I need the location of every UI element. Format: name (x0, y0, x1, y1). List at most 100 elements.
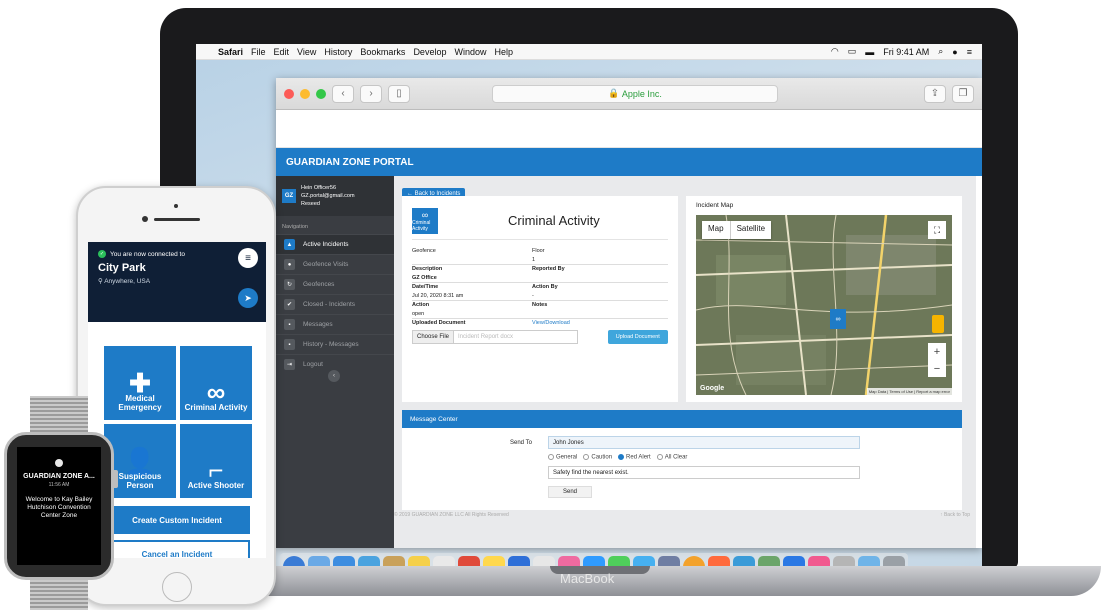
tabs-icon[interactable]: ❐ (952, 84, 974, 103)
dock-app-icon[interactable] (383, 556, 405, 566)
navigation-arrow-icon[interactable]: ➤ (238, 288, 258, 308)
uploaded-document-label: Uploaded Document (412, 320, 466, 326)
back-to-top-link[interactable]: ↑ Back to Top (940, 512, 970, 518)
dock-app-icon[interactable] (708, 556, 730, 566)
send-to-input[interactable]: John Jones (548, 436, 860, 449)
satellite-view-button[interactable]: Satellite (731, 221, 771, 239)
active-shooter-button[interactable]: ⌐ Active Shooter (180, 424, 252, 498)
dock-app-icon[interactable] (733, 556, 755, 566)
table-row: Jul 20, 2020 8:31 am - (412, 291, 668, 300)
send-button[interactable]: Send (548, 486, 592, 498)
dock-app-icon[interactable] (633, 556, 655, 566)
battery-icon[interactable]: ▬ (865, 47, 874, 57)
wifi-icon[interactable]: ◠ (831, 46, 839, 57)
dock-app-icon[interactable] (558, 556, 580, 566)
criminal-activity-button[interactable]: ∞ Criminal Activity (180, 346, 252, 420)
fullscreen-icon[interactable]: ⛶ (928, 221, 946, 239)
dock-app-icon[interactable] (483, 556, 505, 566)
sidebar-item-active-incidents[interactable]: ▲ Active Incidents (276, 234, 394, 254)
dock-app-icon[interactable] (883, 556, 905, 566)
table-cell: 1 (532, 256, 536, 263)
medical-emergency-button[interactable]: ✚ Medical Emergency (104, 346, 176, 420)
alert-level-radios: General Caution Red Alert All Clear (548, 454, 687, 461)
forward-nav-button[interactable]: › (360, 84, 382, 103)
cancel-incident-button[interactable]: Cancel an Incident (104, 540, 250, 558)
airplay-icon[interactable]: ▭ (848, 46, 857, 57)
iphone-home-button[interactable] (162, 572, 192, 602)
dock-app-icon[interactable] (808, 556, 830, 566)
radio-red-alert[interactable]: Red Alert (618, 454, 651, 461)
close-window-button[interactable] (284, 88, 294, 99)
dock-app-icon[interactable] (433, 556, 455, 566)
menu-develop[interactable]: Develop (413, 47, 446, 57)
upload-document-button[interactable]: Upload Document (607, 330, 668, 344)
incident-map[interactable]: Map Satellite ⛶ ∞ + − Google Map Data | … (696, 215, 952, 395)
sidebar-item-geofences[interactable]: ↻ Geofences (276, 274, 394, 294)
minimize-window-button[interactable] (300, 88, 310, 99)
table-cell: Date/Time (412, 284, 439, 290)
watch-crown[interactable] (112, 470, 118, 488)
incident-map-marker-icon[interactable]: ∞ (830, 309, 846, 329)
menu-window[interactable]: Window (454, 47, 486, 57)
menu-safari[interactable]: Safari (218, 47, 243, 57)
dock-app-icon[interactable] (683, 556, 705, 566)
logout-icon: ⇥ (284, 359, 295, 370)
sidebar-toggle-icon[interactable]: ▯ (388, 84, 410, 103)
dock-app-icon[interactable] (358, 556, 380, 566)
safari-window: ‹ › ▯ 🔒 Apple Inc. ⇪ ❐ GUARDIAN ZONE POR… (276, 78, 982, 548)
dock-app-icon[interactable] (308, 556, 330, 566)
back-nav-button[interactable]: ‹ (332, 84, 354, 103)
dock-app-icon[interactable] (608, 556, 630, 566)
nav-label: Navigation (282, 224, 308, 230)
dock-app-icon[interactable] (833, 556, 855, 566)
menubar-clock[interactable]: Fri 9:41 AM (883, 47, 929, 57)
dock-app-icon[interactable] (408, 556, 430, 566)
menu-edit[interactable]: Edit (274, 47, 290, 57)
create-custom-incident-button[interactable]: Create Custom Incident (104, 506, 250, 534)
radio-all-clear[interactable]: All Clear (656, 454, 688, 461)
radio-label: All Clear (664, 454, 688, 461)
menu-icon[interactable]: ≡ (238, 248, 258, 268)
menu-help[interactable]: Help (494, 47, 513, 57)
map-view-button[interactable]: Map (702, 221, 730, 239)
dock-app-icon[interactable] (333, 556, 355, 566)
sidebar-item-messages[interactable]: ▪ Messages (276, 314, 394, 334)
share-icon[interactable]: ⇪ (924, 84, 946, 103)
dock-app-icon[interactable] (283, 556, 305, 566)
menu-file[interactable]: File (251, 47, 266, 57)
sidebar-item-history-messages[interactable]: ▪ History - Messages (276, 334, 394, 354)
choose-file-button[interactable]: Choose File (413, 331, 455, 343)
dock-app-icon[interactable] (758, 556, 780, 566)
radio-general[interactable]: General (548, 454, 577, 461)
radio-caution[interactable]: Caution (583, 454, 612, 461)
collapse-sidebar-icon[interactable]: ‹ (328, 370, 340, 382)
spotlight-icon[interactable]: ⌕ (938, 46, 943, 57)
map-attribution[interactable]: Map Data | Terms of Use | Report a map e… (866, 388, 952, 395)
place-location: ⚲ Anywhere, USA (98, 277, 256, 285)
dock-app-icon[interactable] (583, 556, 605, 566)
dock-app-icon[interactable] (508, 556, 530, 566)
avatar: GZ (282, 189, 296, 203)
view-download-link[interactable]: View/Download (532, 320, 570, 326)
message-center-title: Message Center (402, 410, 962, 428)
message-input[interactable]: Safety find the nearest exist. (548, 466, 860, 479)
file-input[interactable]: Choose File Incident Report docx (412, 330, 578, 344)
sidebar-item-closed-incidents[interactable]: ✔ Closed - Incidents (276, 294, 394, 314)
zoom-window-button[interactable] (316, 88, 326, 99)
sidebar-item-geofence-visits[interactable]: ● Geofence Visits (276, 254, 394, 274)
street-view-pegman-icon[interactable] (932, 315, 944, 333)
dock-app-icon[interactable] (458, 556, 480, 566)
zoom-in-button[interactable]: + (934, 346, 940, 358)
url-bar[interactable]: 🔒 Apple Inc. (492, 84, 778, 103)
menu-view[interactable]: View (297, 47, 316, 57)
dock-app-icon[interactable] (858, 556, 880, 566)
menu-bookmarks[interactable]: Bookmarks (360, 47, 405, 57)
dock-app-icon[interactable] (783, 556, 805, 566)
menu-history[interactable]: History (324, 47, 352, 57)
zoom-out-button[interactable]: − (934, 363, 940, 375)
siri-icon[interactable]: ● (952, 47, 957, 57)
dock-app-icon[interactable] (533, 556, 555, 566)
dock-app-icon[interactable] (658, 556, 680, 566)
notification-center-icon[interactable]: ≡ (967, 47, 972, 57)
handcuffs-icon: ∞ (206, 377, 226, 407)
